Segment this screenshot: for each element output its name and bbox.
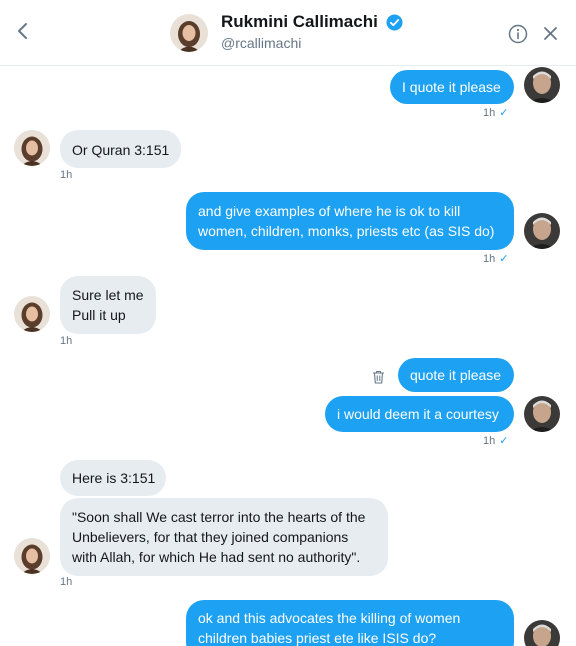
sent-check-icon: ✓ (499, 107, 509, 119)
timestamp-text: 1h (483, 435, 496, 447)
avatar[interactable] (14, 296, 50, 332)
outgoing-message[interactable]: ok and this advocates the killing of wom… (186, 600, 514, 646)
message-timestamp: 1h (60, 169, 73, 181)
message-timestamp: 1h (60, 335, 73, 347)
message-timestamp: 1h ✓ (483, 106, 508, 119)
close-icon[interactable] (542, 25, 559, 42)
incoming-message[interactable]: Or Quran 3:151 (60, 130, 181, 168)
avatar[interactable] (524, 67, 560, 103)
contact-name[interactable]: Rukmini Callimachi (221, 12, 378, 32)
message-timestamp: 1h (60, 576, 73, 588)
incoming-message[interactable]: Here is 3:151 (60, 460, 166, 496)
timestamp-text: 1h (483, 107, 496, 119)
sent-check-icon: ✓ (499, 435, 509, 447)
outgoing-message[interactable]: quote it please (398, 358, 514, 392)
info-icon[interactable] (508, 24, 528, 44)
outgoing-message[interactable]: i would deem it a courtesy (325, 396, 514, 432)
message-timestamp: 1h ✓ (483, 252, 508, 265)
outgoing-message[interactable]: I quote it please (390, 70, 514, 104)
verified-badge-icon (386, 14, 403, 31)
contact-handle: @rcallimachi (221, 35, 302, 51)
trash-icon[interactable] (372, 370, 385, 384)
avatar[interactable] (524, 620, 560, 646)
chevron-left-icon[interactable] (12, 20, 34, 42)
message-thread[interactable]: I quote it please 1h ✓ Or Quran 3:151 1h … (0, 66, 576, 646)
outgoing-message[interactable]: and give examples of where he is ok to k… (186, 192, 514, 250)
sent-check-icon: ✓ (499, 253, 509, 265)
avatar[interactable] (14, 538, 50, 574)
message-timestamp: 1h ✓ (483, 434, 508, 447)
incoming-message[interactable]: Sure let me Pull it up (60, 276, 156, 334)
conversation-header: Rukmini Callimachi @rcallimachi (0, 0, 576, 66)
avatar[interactable] (524, 213, 560, 249)
avatar[interactable] (14, 130, 50, 166)
timestamp-text: 1h (483, 253, 496, 265)
avatar[interactable] (524, 396, 560, 432)
avatar[interactable] (170, 14, 208, 52)
incoming-message[interactable]: "Soon shall We cast terror into the hear… (60, 498, 388, 576)
